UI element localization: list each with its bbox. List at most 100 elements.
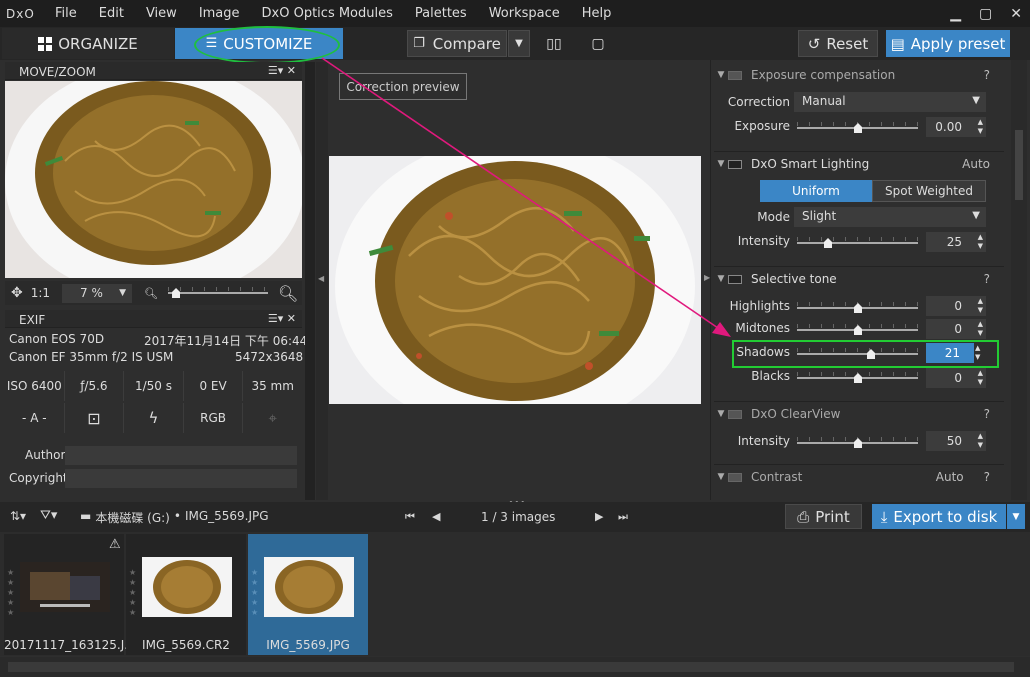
filter-button[interactable]: ⛛▾ — [40, 508, 57, 523]
menu-file[interactable]: File — [44, 6, 88, 21]
close-icon[interactable]: ✕ — [1010, 6, 1022, 22]
menu-image[interactable]: Image — [188, 6, 251, 21]
menu-edit[interactable]: Edit — [88, 6, 135, 21]
left-panel-scrollbar[interactable] — [305, 62, 315, 500]
selective-tone-header[interactable]: ▼ Selective tone? — [714, 268, 1004, 290]
zoom-out-icon[interactable]: 🔍︎ — [144, 287, 158, 300]
thumb-image-1[interactable] — [20, 562, 110, 612]
breadcrumb-drive[interactable]: 本機磁碟 (G:) — [95, 509, 170, 526]
help-icon[interactable]: ? — [984, 407, 990, 421]
compare-dropdown[interactable]: ▼ — [508, 30, 530, 57]
scrollbar-thumb[interactable] — [1015, 130, 1023, 200]
apply-preset-button[interactable]: ▤ Apply preset — [886, 30, 1010, 57]
expand-right-icon[interactable]: ▶ — [704, 273, 710, 282]
panel-menu-icon[interactable]: ☰▾ ✕ — [268, 312, 296, 325]
move-zoom-preview[interactable] — [5, 81, 302, 278]
zoom-slider[interactable] — [168, 287, 269, 299]
correction-preview-button[interactable]: Correction preview — [339, 73, 467, 100]
author-field[interactable] — [65, 446, 297, 465]
apply-preset-label: Apply preset — [910, 34, 1006, 53]
collapse-icon[interactable]: ▼ — [714, 159, 728, 169]
export-to-disk-button[interactable]: ⤓ Export to disk — [872, 504, 1006, 529]
highlights-slider[interactable] — [797, 302, 918, 314]
move-icon[interactable]: ✥ — [11, 285, 23, 301]
spin-arrows-icon[interactable]: ▲ ▼ — [978, 369, 983, 387]
rating-stars[interactable]: ★ ★ ★ ★ ★ — [7, 568, 14, 618]
copyright-field[interactable] — [65, 469, 297, 488]
collapse-icon[interactable]: ▼ — [714, 70, 728, 80]
midtones-slider[interactable] — [797, 324, 918, 336]
organize-tab[interactable]: ORGANIZE — [2, 28, 174, 59]
print-icon: ⎙ — [797, 507, 810, 526]
rating-stars[interactable]: ★ ★ ★ ★ ★ — [129, 568, 136, 618]
smart-intensity-spinbox[interactable]: 25 ▲ ▼ — [926, 232, 986, 252]
zoom-ratio-button[interactable]: 1:1 — [31, 286, 50, 300]
blacks-spinbox[interactable]: 0 ▲ ▼ — [926, 368, 986, 388]
maximize-icon[interactable]: ▢ — [979, 6, 992, 22]
midtones-spinbox[interactable]: 0 ▲ ▼ — [926, 319, 986, 339]
spin-arrows-icon[interactable]: ▲ ▼ — [978, 320, 983, 338]
zoom-select[interactable]: 7 % ▼ — [62, 283, 133, 303]
clearview-header[interactable]: ▼ DxO ClearView? — [714, 403, 1004, 425]
main-photo[interactable] — [329, 156, 701, 404]
panel-menu-icon[interactable]: ☰▾ ✕ — [268, 64, 296, 77]
contrast-toggle[interactable] — [728, 472, 742, 482]
collapse-left-icon[interactable]: ◀ — [318, 274, 324, 283]
reset-button[interactable]: ↺ Reset — [798, 30, 878, 57]
mode-dropdown[interactable]: Slight ▼ — [794, 207, 986, 227]
smart-lighting-toggle[interactable] — [728, 159, 742, 169]
exposure-toggle[interactable] — [728, 70, 742, 80]
thumb-image-3[interactable] — [264, 557, 354, 617]
help-icon[interactable]: ? — [984, 470, 990, 484]
exposure-spinbox[interactable]: 0.00 ▲ ▼ — [926, 117, 986, 137]
collapse-icon[interactable]: ▼ — [714, 472, 728, 482]
next-image-icon[interactable]: ▶ — [595, 510, 603, 523]
smart-intensity-slider[interactable] — [797, 237, 918, 249]
minimize-icon[interactable]: ▁ — [950, 6, 961, 22]
zoom-in-icon[interactable]: 🔍︎ — [278, 284, 298, 303]
menu-optics-modules[interactable]: DxO Optics Modules — [251, 6, 404, 21]
selective-tone-toggle[interactable] — [728, 274, 742, 284]
prev-image-icon[interactable]: ◀ — [432, 510, 440, 523]
last-image-icon[interactable]: ⏭ — [618, 510, 628, 524]
help-icon[interactable]: ? — [984, 272, 990, 286]
uniform-mode-button[interactable]: Uniform — [760, 180, 872, 202]
highlights-spinbox[interactable]: 0 ▲ ▼ — [926, 296, 986, 316]
smart-lighting-auto[interactable]: Auto — [962, 157, 990, 171]
spot-weighted-button[interactable]: Spot Weighted — [872, 180, 986, 202]
blacks-slider[interactable] — [797, 372, 918, 384]
compare-button[interactable]: ❐ Compare — [407, 30, 507, 57]
fullscreen-button[interactable]: ▢ — [585, 30, 611, 57]
export-dropdown[interactable]: ▼ — [1007, 504, 1025, 529]
contrast-header[interactable]: ▼ Contrast Auto? — [714, 466, 1004, 488]
clearview-intensity-slider[interactable] — [797, 437, 918, 449]
spin-arrows-icon[interactable]: ▲ ▼ — [978, 432, 983, 450]
correction-dropdown[interactable]: Manual ▼ — [794, 92, 986, 112]
clearview-intensity-spinbox[interactable]: 50 ▲ ▼ — [926, 431, 986, 451]
exposure-slider[interactable] — [797, 122, 918, 134]
menu-view[interactable]: View — [135, 6, 188, 21]
viewer-left-edge[interactable]: ◀ — [316, 62, 328, 500]
thumb-image-2[interactable] — [142, 557, 232, 617]
exposure-section-header[interactable]: ▼ Exposure compensation? — [714, 64, 1004, 86]
contrast-auto[interactable]: Auto — [936, 470, 964, 484]
spin-arrows-icon[interactable]: ▲ ▼ — [978, 297, 983, 315]
print-button[interactable]: ⎙ Print — [785, 504, 862, 529]
palette-scrollbar[interactable] — [1011, 60, 1027, 500]
rating-stars[interactable]: ★ ★ ★ ★ ★ — [251, 568, 258, 618]
collapse-icon[interactable]: ▼ — [714, 409, 728, 419]
split-view-button[interactable]: ▯▯ — [540, 30, 568, 57]
spin-arrows-icon[interactable]: ▲ ▼ — [978, 233, 983, 251]
collapse-icon[interactable]: ▼ — [714, 274, 728, 284]
help-icon[interactable]: ? — [984, 68, 990, 82]
spin-arrows-icon[interactable]: ▲ ▼ — [978, 118, 983, 136]
menu-help[interactable]: Help — [571, 6, 623, 21]
scrollbar-thumb[interactable] — [8, 662, 1014, 672]
menu-workspace[interactable]: Workspace — [478, 6, 571, 21]
first-image-icon[interactable]: ⏮ — [405, 510, 415, 524]
menu-palettes[interactable]: Palettes — [404, 6, 478, 21]
filmstrip-scrollbar[interactable] — [0, 657, 1030, 677]
sort-button[interactable]: ⇅▾ — [10, 509, 26, 523]
clearview-toggle[interactable] — [728, 409, 742, 419]
smart-lighting-header[interactable]: ▼ DxO Smart Lighting Auto — [714, 153, 1004, 175]
